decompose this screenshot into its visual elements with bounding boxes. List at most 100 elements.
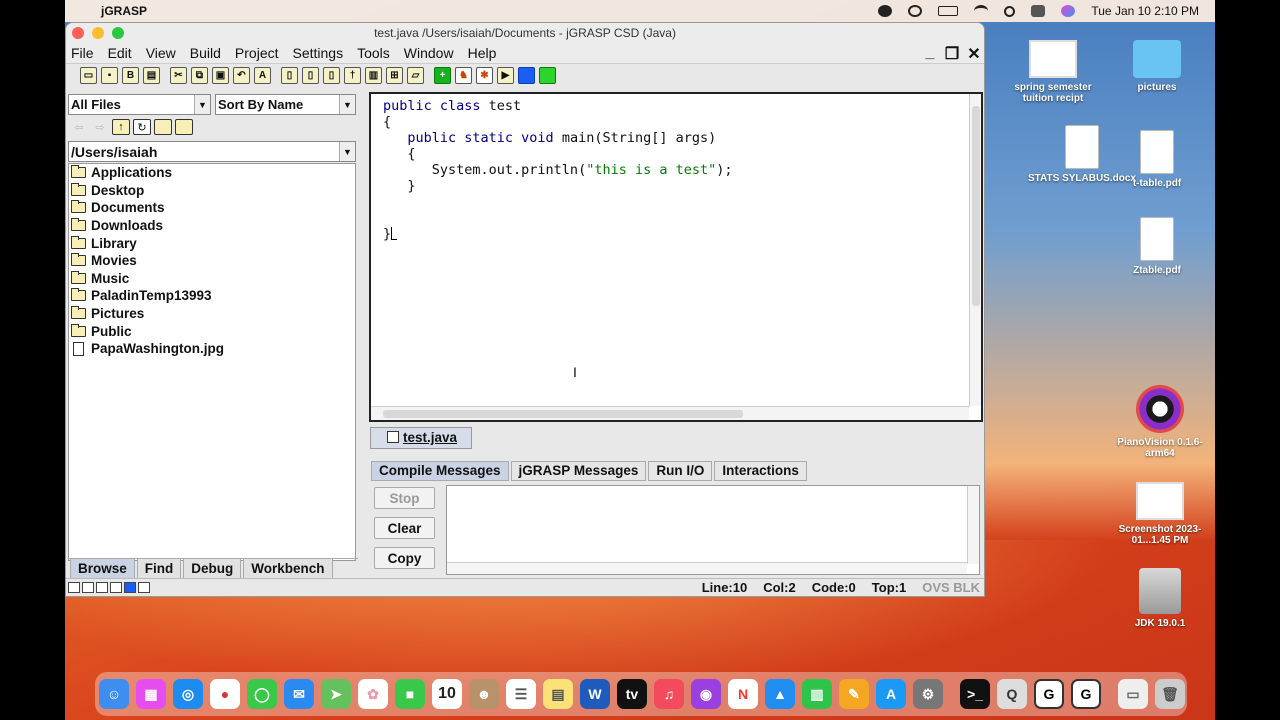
clear-button[interactable]: Clear [374, 517, 435, 539]
tab-interactions[interactable]: Interactions [714, 461, 807, 481]
music-icon[interactable]: ♫ [654, 679, 684, 709]
airdrop-icon[interactable] [908, 5, 923, 17]
back-arrow-icon[interactable]: ⇦ [70, 119, 88, 135]
launchpad-icon[interactable]: ▦ [136, 679, 166, 709]
recording-icon[interactable] [878, 5, 893, 17]
parent-folder-icon[interactable]: ↑ [112, 119, 130, 135]
backup-icon[interactable]: B [122, 67, 139, 84]
documentation-icon[interactable]: ▱ [407, 67, 424, 84]
save-icon[interactable]: ▪ [101, 67, 118, 84]
new-folder-icon[interactable] [175, 119, 193, 135]
list-item[interactable]: Applications [69, 164, 355, 182]
list-item[interactable]: Library [69, 234, 355, 252]
list-item[interactable]: PaladinTemp13993 [69, 287, 355, 305]
tab-debug[interactable]: Debug [183, 559, 242, 580]
menu-settings[interactable]: Settings [292, 45, 345, 61]
desktop-icon-t-table[interactable]: t-table.pdf [1102, 130, 1212, 189]
editor-horizontal-scrollbar[interactable] [371, 406, 969, 420]
scroll-thumb[interactable] [972, 106, 980, 306]
sort-select[interactable]: Sort By Name ▼ [215, 94, 356, 115]
numbers-icon[interactable]: ▥ [802, 679, 832, 709]
home-folder-icon[interactable] [154, 119, 172, 135]
system-settings-icon[interactable]: ⚙ [913, 679, 943, 709]
menu-help[interactable]: Help [467, 45, 498, 61]
layout-icon[interactable] [68, 582, 80, 593]
stop-button[interactable]: Stop [374, 487, 435, 509]
messages-horizontal-scrollbar[interactable] [447, 562, 967, 574]
menubar-clock[interactable]: Tue Jan 10 2:10 PM [1091, 4, 1199, 18]
path-select[interactable]: /Users/isaiah ▼ [68, 141, 356, 162]
mail-icon[interactable]: ✉ [284, 679, 314, 709]
copy-button[interactable]: Copy [374, 547, 435, 569]
code-text[interactable]: public class test { public static void ma… [383, 98, 733, 242]
control-center-icon[interactable] [1031, 5, 1046, 17]
workbench-icon[interactable] [539, 67, 556, 84]
open-folder-icon[interactable]: ▭ [80, 67, 97, 84]
menu-view[interactable]: View [145, 45, 177, 61]
list-item[interactable]: Desktop [69, 182, 355, 200]
jgrasp-icon[interactable]: G [1071, 679, 1101, 709]
wifi-icon[interactable] [974, 5, 989, 17]
list-item[interactable]: Downloads [69, 217, 355, 235]
print-icon[interactable]: ▤ [143, 67, 160, 84]
list-item[interactable]: Music [69, 270, 355, 288]
compile-icon[interactable]: + [434, 67, 451, 84]
scroll-thumb[interactable] [383, 410, 743, 418]
pages-icon[interactable]: ✎ [839, 679, 869, 709]
maps-icon[interactable]: ➤ [321, 679, 351, 709]
keynote-icon[interactable]: ▲ [765, 679, 795, 709]
menu-window[interactable]: Window [403, 45, 455, 61]
notes-icon[interactable]: ▤ [543, 679, 573, 709]
menu-edit[interactable]: Edit [107, 45, 133, 61]
menu-project[interactable]: Project [234, 45, 280, 61]
tab-compile-messages[interactable]: Compile Messages [371, 461, 509, 481]
undo-icon[interactable]: ↶ [233, 67, 250, 84]
tab-browse[interactable]: Browse [70, 559, 135, 580]
debug-icon[interactable]: ✱ [476, 67, 493, 84]
active-app-name[interactable]: jGRASP [101, 4, 147, 18]
contacts-icon[interactable]: ☻ [469, 679, 499, 709]
window-titlebar[interactable]: test.java /Users/isaiah/Documents - jGRA… [66, 23, 984, 42]
font-size-icon[interactable] [138, 582, 150, 593]
chevron-down-icon[interactable]: ▼ [194, 95, 210, 114]
messages-icon[interactable]: ◯ [247, 679, 277, 709]
generate-csd-icon[interactable]: ▯ [281, 67, 298, 84]
tab-jgrasp-messages[interactable]: jGRASP Messages [510, 461, 647, 481]
file-filter-select[interactable]: All Files ▼ [68, 94, 211, 115]
facetime-icon[interactable]: ■ [395, 679, 425, 709]
minimize-frame-icon[interactable]: _ [922, 44, 938, 64]
messages-vertical-scrollbar[interactable] [967, 486, 979, 564]
menu-file[interactable]: File [70, 45, 95, 61]
jgrasp-icon[interactable]: G [1034, 679, 1064, 709]
menu-build[interactable]: Build [189, 45, 222, 61]
desktop-icon-ztable[interactable]: Ztable.pdf [1102, 217, 1212, 276]
editor-vertical-scrollbar[interactable] [969, 94, 981, 406]
quicktime-icon[interactable]: Q [997, 679, 1027, 709]
tab-find[interactable]: Find [136, 559, 182, 580]
layout-icon[interactable] [124, 582, 136, 593]
font-icon[interactable]: A [254, 67, 271, 84]
copy-icon[interactable]: ⧉ [191, 67, 208, 84]
forward-arrow-icon[interactable]: ⇨ [91, 119, 109, 135]
tab-workbench[interactable]: Workbench [243, 559, 333, 580]
remove-csd-icon[interactable]: ▯ [302, 67, 319, 84]
downloads-stack-icon[interactable]: ▭ [1118, 679, 1148, 709]
cut-icon[interactable]: ✂ [170, 67, 187, 84]
list-item[interactable]: Public [69, 322, 355, 340]
safari-icon[interactable]: ◎ [173, 679, 203, 709]
siri-icon[interactable] [1061, 5, 1076, 17]
messages-output[interactable] [446, 485, 980, 575]
layout-icon[interactable] [96, 582, 108, 593]
refresh-icon[interactable]: ↻ [133, 119, 151, 135]
photos-icon[interactable]: ✿ [358, 679, 388, 709]
app-store-icon[interactable]: A [876, 679, 906, 709]
list-item[interactable]: Movies [69, 252, 355, 270]
desktop-icon-screenshot[interactable]: Screenshot 2023-01...1.45 PM [1110, 482, 1210, 546]
trash-icon[interactable]: 🗑 [1155, 679, 1185, 709]
apple-tv-icon[interactable]: tv [617, 679, 647, 709]
finder-icon[interactable]: ☺ [99, 679, 129, 709]
word-icon[interactable]: W [580, 679, 610, 709]
tab-file-test-java[interactable]: test.java [370, 427, 473, 449]
viewer-icon[interactable]: ▶ [497, 67, 514, 84]
close-frame-icon[interactable]: ✕ [966, 44, 982, 64]
